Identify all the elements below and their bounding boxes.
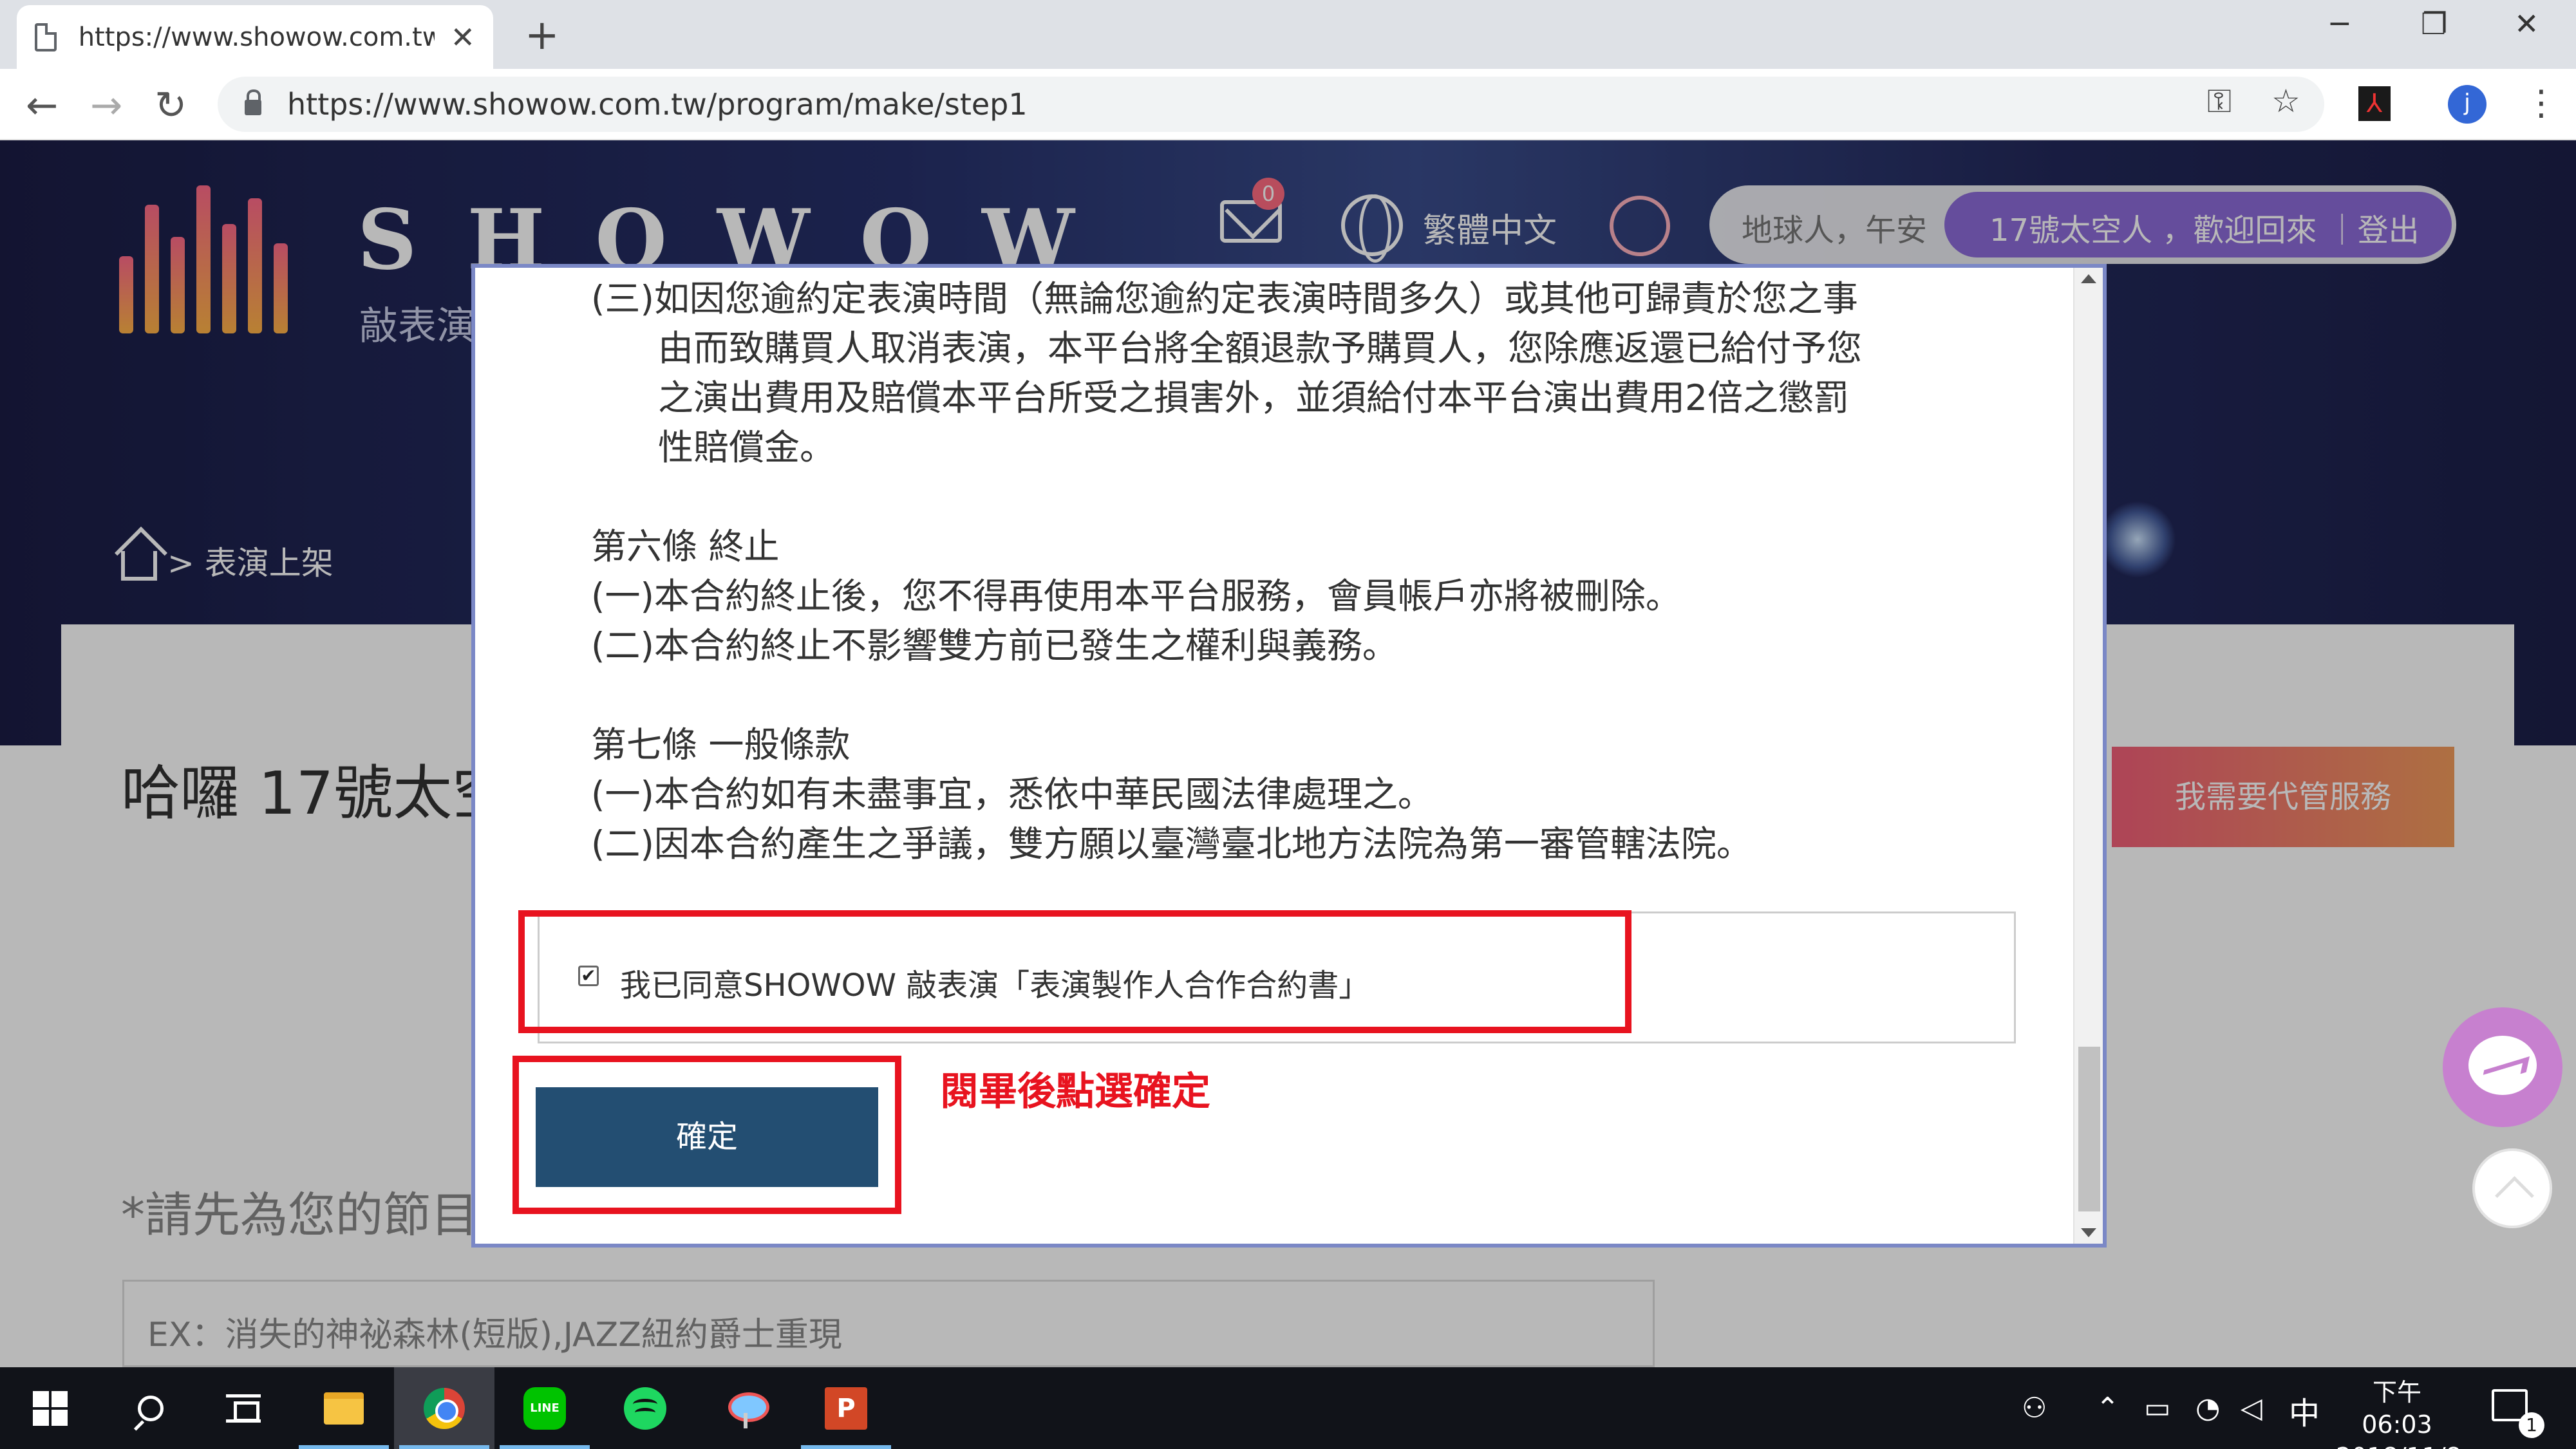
tab-title: https://www.showow.com.tw/p xyxy=(78,22,435,52)
search-icon xyxy=(138,1395,164,1421)
clause-5-3-line-1: (三)如因您逾約定表演時間（無論您逾約定表演時間多久）或其他可歸責於您之事 xyxy=(591,278,1858,319)
battery-icon[interactable]: ▭ xyxy=(2144,1392,2171,1425)
clock-time: 下午 06:03 xyxy=(2362,1378,2432,1439)
powerpoint-icon: P xyxy=(825,1387,867,1430)
back-arrow-icon[interactable]: ← xyxy=(26,83,58,128)
folder-icon xyxy=(324,1392,364,1425)
url-text: https://www.showow.com.tw/program/make/s… xyxy=(287,87,1028,122)
browser-tab[interactable]: https://www.showow.com.tw/p ✕ xyxy=(17,5,493,69)
clause-6-1: (一)本合約終止後，您不得再使用本平台服務，會員帳戶亦將被刪除。 xyxy=(591,575,1681,617)
chrome-taskbar-button[interactable] xyxy=(394,1367,494,1449)
star-icon[interactable]: ☆ xyxy=(2271,82,2300,120)
messenger-icon[interactable] xyxy=(2443,1007,2562,1127)
page-icon xyxy=(35,23,57,51)
pdf-extension-icon[interactable]: ⅄ xyxy=(2358,86,2391,121)
clause-5-3-line-4: 性賠償金。 xyxy=(658,427,836,468)
wifi-icon[interactable]: ◔ xyxy=(2195,1392,2220,1425)
modal-scrollbar[interactable] xyxy=(2073,268,2103,1244)
clause-5-3-line-3: 之演出費用及賠償本平台所受之損害外，並須給付本平台演出費用2倍之懲罰 xyxy=(658,377,1849,418)
restore-button[interactable]: ❐ xyxy=(2421,6,2447,41)
annotation-box-checkbox xyxy=(518,910,1631,1033)
volume-icon[interactable]: ◁ xyxy=(2241,1392,2262,1425)
running-indicator xyxy=(399,1445,489,1449)
system-clock[interactable]: 下午 06:03 2018/11/8 xyxy=(2336,1376,2461,1449)
search-button[interactable] xyxy=(100,1367,201,1449)
scrollbar-thumb[interactable] xyxy=(2078,1047,2100,1211)
clause-7-2: (二)因本合約產生之爭議，雙方願以臺灣臺北地方法院為第一審管轄法院。 xyxy=(591,823,1752,865)
snipping-tool-button[interactable] xyxy=(695,1367,796,1449)
annotation-box-confirm xyxy=(512,1056,901,1214)
clause-7-title: 第七條 一般條款 xyxy=(591,724,851,765)
line-taskbar-button[interactable]: LINE xyxy=(494,1367,595,1449)
profile-avatar[interactable]: j xyxy=(2448,85,2487,124)
running-indicator xyxy=(299,1445,389,1449)
contract-terms: (三)如因您逾約定表演時間（無論您逾約定表演時間多久）或其他可歸責於您之事 由而… xyxy=(591,274,1943,919)
scroll-to-top-icon[interactable] xyxy=(2472,1148,2552,1228)
chrome-icon xyxy=(424,1387,465,1429)
clause-6-2: (二)本合約終止不影響雙方前已發生之權利與義務。 xyxy=(591,625,1398,666)
line-app-icon: LINE xyxy=(523,1387,566,1430)
task-view-icon xyxy=(226,1394,261,1423)
spotify-icon xyxy=(624,1387,666,1430)
forward-arrow-icon[interactable]: → xyxy=(90,83,122,128)
browser-toolbar: ← → ↻ https://www.showow.com.tw/program/… xyxy=(0,69,2576,140)
clause-7-1: (一)本合約如有未盡事宜，悉依中華民國法律處理之。 xyxy=(591,774,1433,815)
powerpoint-taskbar-button[interactable]: P xyxy=(796,1367,896,1449)
scroll-down-arrow-icon[interactable] xyxy=(2081,1228,2096,1237)
chevron-up-icon[interactable]: ⌃ xyxy=(2096,1392,2120,1425)
browser-menu-icon[interactable]: ⋮ xyxy=(2524,82,2559,123)
task-view-button[interactable] xyxy=(193,1367,294,1449)
key-icon[interactable]: ⚿ xyxy=(2207,82,2232,120)
reload-icon[interactable]: ↻ xyxy=(155,83,187,128)
people-icon[interactable]: ⚇ xyxy=(2022,1392,2047,1425)
ime-indicator[interactable]: 中 xyxy=(2289,1388,2320,1433)
clause-5-3-line-2: 由而致購買人取消表演，本平台將全額退款予購買人，您除應返還已給付予您 xyxy=(658,328,1863,369)
close-window-button[interactable]: ✕ xyxy=(2514,6,2539,41)
scroll-up-arrow-icon[interactable] xyxy=(2081,274,2096,283)
address-bar[interactable]: https://www.showow.com.tw/program/make/s… xyxy=(218,77,2324,132)
clock-date: 2018/11/8 xyxy=(2336,1441,2461,1449)
start-button[interactable] xyxy=(0,1367,100,1449)
snipping-tool-icon xyxy=(724,1387,769,1430)
running-indicator xyxy=(801,1445,891,1449)
notification-badge: 1 xyxy=(2519,1412,2544,1438)
running-indicator xyxy=(500,1445,590,1449)
annotation-note: 閱畢後點選確定 xyxy=(940,1069,1210,1114)
spotify-taskbar-button[interactable] xyxy=(595,1367,695,1449)
lock-icon xyxy=(245,89,261,115)
tab-close-icon[interactable]: ✕ xyxy=(450,20,475,55)
windows-taskbar: LINE P ⚇ ⌃ ▭ ◔ ◁ 中 下午 06:03 2018/11/8 1 xyxy=(0,1367,2576,1449)
browser-tabstrip: https://www.showow.com.tw/p ✕ + ─ ❐ ✕ xyxy=(0,0,2576,69)
minimize-button[interactable]: ─ xyxy=(2331,6,2349,41)
windows-logo-icon xyxy=(33,1390,68,1426)
file-explorer-button[interactable] xyxy=(294,1367,394,1449)
clause-6-title: 第六條 終止 xyxy=(591,526,780,567)
new-tab-button[interactable]: + xyxy=(525,12,559,59)
